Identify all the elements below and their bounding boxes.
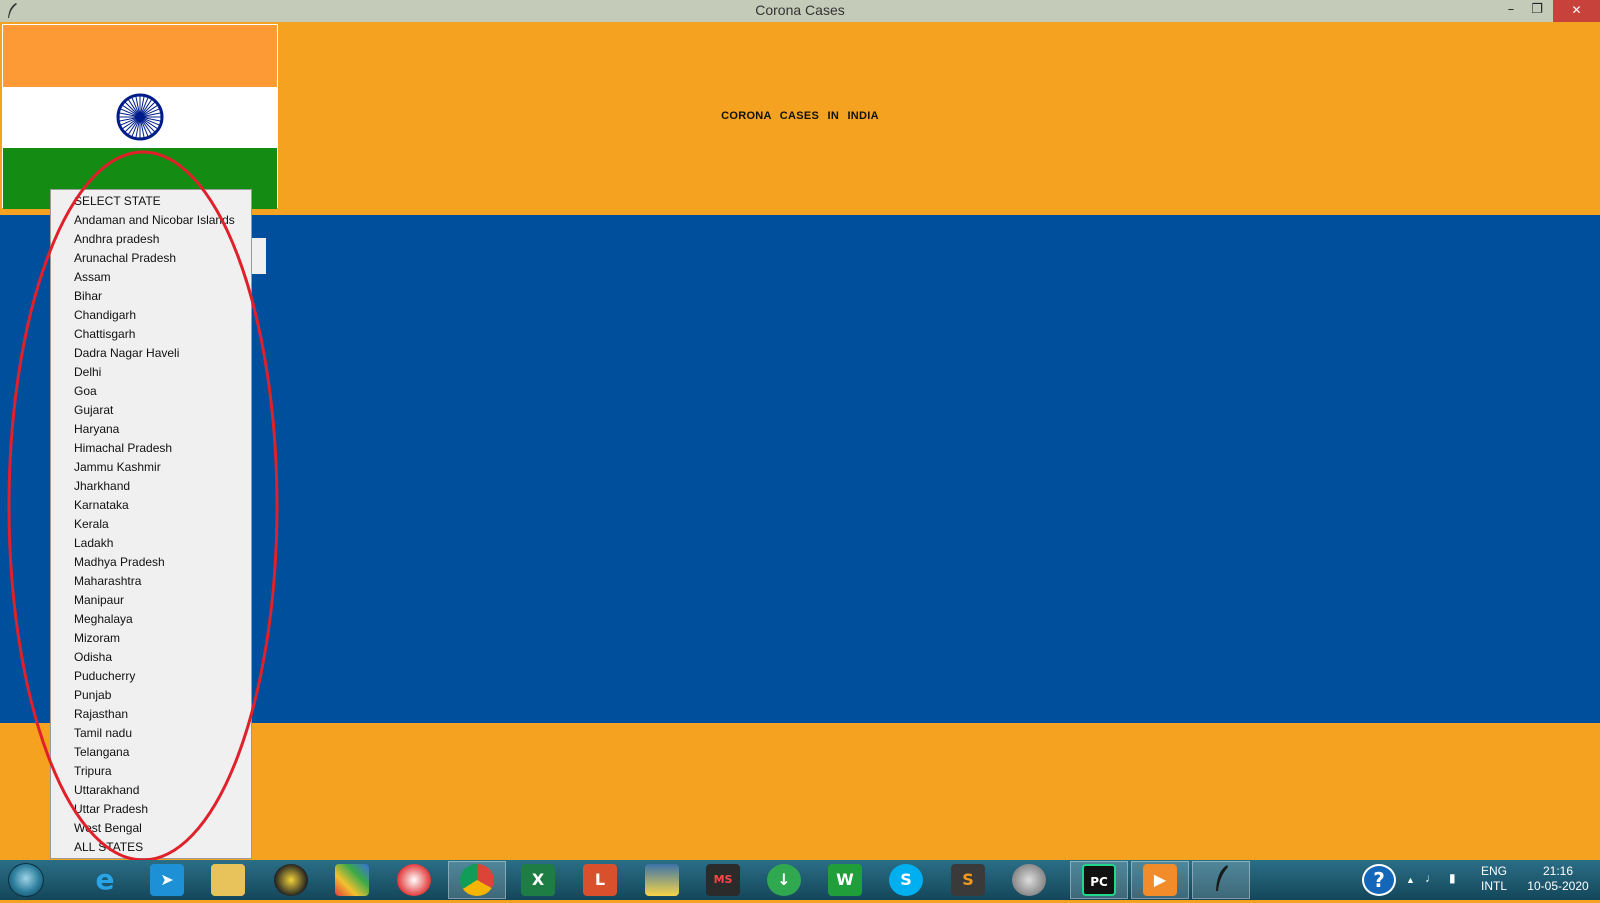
file-explorer-icon[interactable] xyxy=(211,864,245,896)
player-icon[interactable]: ▶ xyxy=(1143,864,1177,896)
network-icon[interactable]: ▮ xyxy=(1449,871,1456,886)
excel-icon[interactable]: X xyxy=(521,864,555,896)
ms-icon[interactable]: MS xyxy=(706,864,740,896)
dropdown-state-item[interactable]: Puducherry xyxy=(74,667,135,686)
dropdown-state-item[interactable]: ALL STATES xyxy=(74,838,143,857)
clock-time: 21:16 xyxy=(1542,864,1574,878)
clock-date: 10-05-2020 xyxy=(1527,879,1589,893)
puzzle-icon[interactable] xyxy=(335,864,369,896)
dropdown-placeholder-item[interactable]: SELECT STATE xyxy=(74,192,161,211)
dropdown-state-item[interactable]: Kerala xyxy=(74,515,109,534)
dropdown-state-item[interactable]: Meghalaya xyxy=(74,610,133,629)
state-dropdown-list[interactable]: SELECT STATE Andaman and Nicobar Islands A… xyxy=(50,189,252,859)
ie-icon[interactable]: e xyxy=(88,864,122,896)
close-button[interactable]: ✕ xyxy=(1553,0,1600,22)
dropdown-state-item[interactable]: Jammu Kashmir xyxy=(74,458,161,477)
dropdown-state-item[interactable]: Delhi xyxy=(74,363,101,382)
dropdown-state-item[interactable]: Uttar Pradesh xyxy=(74,800,148,819)
word-icon[interactable]: L xyxy=(583,864,617,896)
title-bar: Corona Cases – ❐ ✕ xyxy=(0,0,1600,22)
maximize-button[interactable]: ❐ xyxy=(1524,0,1550,22)
minimize-button[interactable]: – xyxy=(1498,0,1524,22)
page-heading: CORONA CASES IN INDIA xyxy=(721,110,879,122)
chrome-icon[interactable] xyxy=(460,864,494,896)
rocket-icon[interactable]: ➤ xyxy=(150,864,184,896)
dropdown-state-item[interactable]: Chattisgarh xyxy=(74,325,135,344)
media-disc-icon[interactable] xyxy=(274,864,308,896)
language-code: ENG xyxy=(1480,864,1507,878)
feather-icon[interactable] xyxy=(1204,864,1238,896)
skype-icon[interactable]: S xyxy=(889,864,923,896)
transfer-icon[interactable] xyxy=(397,864,431,896)
window-title: Corona Cases xyxy=(755,2,845,18)
dropdown-state-item[interactable]: Odisha xyxy=(74,648,112,667)
dropdown-state-item[interactable]: Uttarakhand xyxy=(74,781,139,800)
language-indicator[interactable]: ENG INTL xyxy=(1474,864,1514,894)
tool-icon[interactable] xyxy=(1012,864,1046,896)
dropdown-state-item[interactable]: Gujarat xyxy=(74,401,113,420)
dropdown-state-item[interactable]: Karnataka xyxy=(74,496,129,515)
ashoka-chakra-icon xyxy=(116,93,164,141)
clock[interactable]: 21:16 10-05-2020 xyxy=(1520,864,1596,894)
dropdown-state-item[interactable]: Manipaur xyxy=(74,591,124,610)
pycharm-icon[interactable]: PC xyxy=(1082,864,1116,896)
dropdown-state-item[interactable]: Rajasthan xyxy=(74,705,128,724)
sublime-icon[interactable]: S xyxy=(951,864,985,896)
dropdown-state-item[interactable]: Arunachal Pradesh xyxy=(74,249,176,268)
dropdown-state-item[interactable]: Chandigarh xyxy=(74,306,136,325)
dropdown-state-item[interactable]: Andaman and Nicobar Islands xyxy=(74,211,235,230)
volume-icon[interactable]: ♩ xyxy=(1425,871,1437,886)
start-button[interactable] xyxy=(8,863,44,897)
dropdown-state-item[interactable]: Bihar xyxy=(74,287,102,306)
dropdown-state-item[interactable]: Himachal Pradesh xyxy=(74,439,172,458)
state-combobox[interactable] xyxy=(252,238,266,274)
dropdown-state-item[interactable]: Mizoram xyxy=(74,629,120,648)
india-flag xyxy=(2,24,278,209)
dropdown-state-item[interactable]: Tripura xyxy=(74,762,112,781)
keyboard-layout: INTL xyxy=(1480,879,1507,893)
dropdown-state-item[interactable]: Assam xyxy=(74,268,111,287)
dropdown-state-item[interactable]: Punjab xyxy=(74,686,111,705)
dropdown-state-item[interactable]: Goa xyxy=(74,382,97,401)
help-icon[interactable]: ? xyxy=(1362,864,1396,896)
download-icon[interactable]: ↓ xyxy=(767,864,801,896)
dropdown-state-item[interactable]: Ladakh xyxy=(74,534,113,553)
dropdown-state-item[interactable]: Jharkhand xyxy=(74,477,130,496)
dropdown-state-item[interactable]: West Bengal xyxy=(74,819,142,838)
dropdown-state-item[interactable]: Tamil nadu xyxy=(74,724,132,743)
dropdown-state-item[interactable]: Andhra pradesh xyxy=(74,230,159,249)
dropdown-state-item[interactable]: Haryana xyxy=(74,420,119,439)
dropdown-state-item[interactable]: Dadra Nagar Haveli xyxy=(74,344,179,363)
store-icon[interactable]: W xyxy=(828,864,862,896)
dropdown-state-item[interactable]: Madhya Pradesh xyxy=(74,553,165,572)
python-icon[interactable] xyxy=(645,864,679,896)
dropdown-state-item[interactable]: Maharashtra xyxy=(74,572,141,591)
flag-saffron-band xyxy=(3,25,277,87)
tray-expand-icon[interactable]: ▲ xyxy=(1406,873,1415,888)
taskbar: e ➤ X L MS ↓ W S S PC ▶ ? ▲ ♩ ▮ ENG INTL… xyxy=(0,860,1600,900)
dropdown-state-item[interactable]: Telangana xyxy=(74,743,129,762)
